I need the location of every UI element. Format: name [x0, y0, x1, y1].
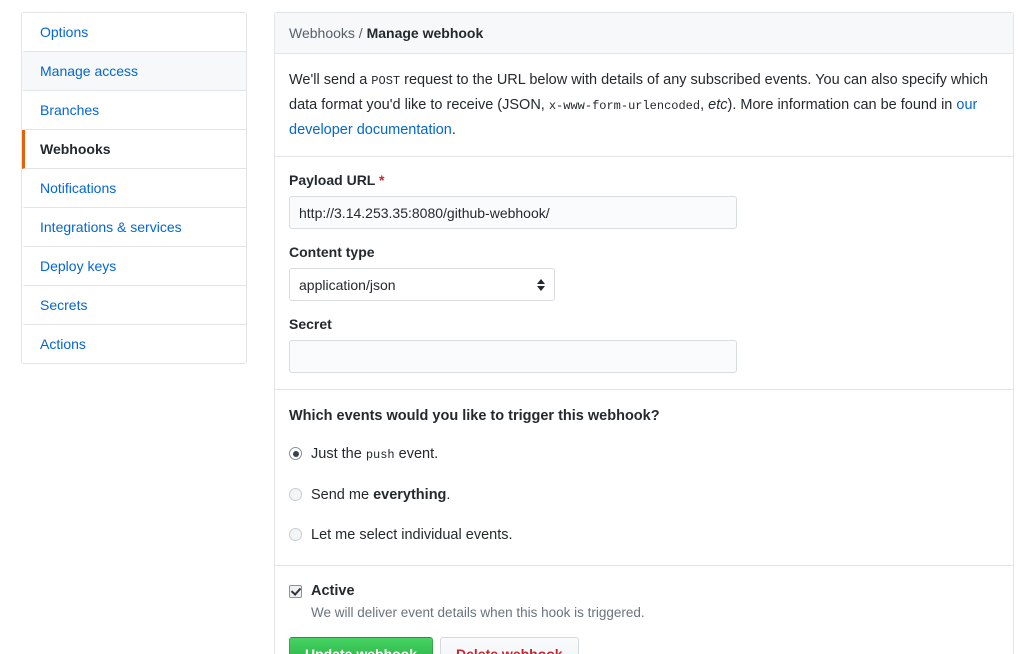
secret-input[interactable] — [289, 340, 737, 373]
sidebar-item-actions[interactable]: Actions — [22, 325, 246, 363]
radio-label-individual: Let me select individual events. — [311, 525, 513, 545]
active-section: Active We will deliver event details whe… — [289, 566, 999, 654]
content-type-field: Content type application/json applicatio… — [289, 243, 999, 301]
form-actions: Update webhook Delete webhook — [289, 637, 999, 654]
update-webhook-button[interactable]: Update webhook — [289, 637, 433, 654]
radio-just-push[interactable] — [289, 447, 302, 460]
radio-row-everything[interactable]: Send me everything. — [289, 485, 999, 505]
breadcrumb: Webhooks / Manage webhook — [275, 13, 1013, 54]
sidebar-item-notifications[interactable]: Notifications — [22, 169, 246, 208]
radio-row-individual[interactable]: Let me select individual events. — [289, 525, 999, 545]
active-checkbox[interactable] — [289, 585, 302, 598]
radio-everything-prefix: Send me — [311, 487, 373, 503]
payload-url-field: Payload URL * — [289, 171, 999, 229]
active-label: Active — [311, 582, 355, 601]
breadcrumb-separator: / — [355, 25, 367, 41]
webhook-intro-text: We'll send a POST request to the URL bel… — [289, 68, 999, 142]
settings-page: Options Manage access Branches Webhooks … — [0, 0, 1024, 654]
radio-everything-suffix: . — [446, 487, 450, 503]
panel-body: We'll send a POST request to the URL bel… — [275, 54, 1013, 654]
payload-url-label: Payload URL * — [289, 171, 999, 189]
payload-url-label-text: Payload URL — [289, 172, 375, 188]
radio-just-push-prefix: Just the — [311, 446, 366, 462]
intro-code-post: POST — [371, 74, 400, 88]
content-type-select-wrap: application/json application/x-www-form-… — [289, 268, 555, 301]
sidebar-item-branches[interactable]: Branches — [22, 91, 246, 130]
sidebar-item-options[interactable]: Options — [22, 13, 246, 52]
active-note: We will deliver event details when this … — [311, 603, 999, 623]
sidebar-item-integrations-services[interactable]: Integrations & services — [22, 208, 246, 247]
divider-top — [275, 156, 1013, 157]
breadcrumb-current: Manage webhook — [367, 25, 484, 41]
radio-just-push-suffix: event. — [395, 446, 439, 462]
radio-label-just-push: Just the push event. — [311, 444, 438, 465]
radio-row-just-push[interactable]: Just the push event. — [289, 444, 999, 465]
secret-field: Secret — [289, 315, 999, 373]
settings-sidebar: Options Manage access Branches Webhooks … — [21, 12, 247, 364]
content-type-label: Content type — [289, 243, 999, 261]
sidebar-item-deploy-keys[interactable]: Deploy keys — [22, 247, 246, 286]
sidebar-item-webhooks[interactable]: Webhooks — [22, 130, 246, 169]
radio-everything-bold: everything — [373, 487, 446, 503]
active-row[interactable]: Active — [289, 582, 999, 601]
intro-part-5: . — [452, 122, 456, 138]
events-section: Which events would you like to trigger t… — [289, 390, 999, 565]
radio-individual[interactable] — [289, 528, 302, 541]
intro-code-urlencoded: x-www-form-urlencoded — [549, 99, 700, 113]
sidebar-item-secrets[interactable]: Secrets — [22, 286, 246, 325]
delete-webhook-button[interactable]: Delete webhook — [440, 637, 579, 654]
payload-url-input[interactable] — [289, 196, 737, 229]
required-asterisk: * — [379, 172, 384, 188]
intro-part-1: We'll send a — [289, 72, 371, 88]
radio-label-everything: Send me everything. — [311, 485, 450, 505]
content-type-select[interactable]: application/json application/x-www-form-… — [289, 268, 555, 301]
manage-webhook-panel: Webhooks / Manage webhook We'll send a P… — [274, 12, 1014, 654]
secret-label: Secret — [289, 315, 999, 333]
radio-everything[interactable] — [289, 488, 302, 501]
events-question: Which events would you like to trigger t… — [289, 406, 999, 426]
sidebar-item-manage-access[interactable]: Manage access — [22, 52, 246, 91]
intro-part-4: ). More information can be found in — [728, 97, 957, 113]
intro-part-3: , — [700, 97, 708, 113]
breadcrumb-webhooks-link[interactable]: Webhooks — [289, 25, 355, 41]
intro-em-etc: etc — [708, 97, 727, 113]
radio-just-push-code: push — [366, 448, 395, 462]
